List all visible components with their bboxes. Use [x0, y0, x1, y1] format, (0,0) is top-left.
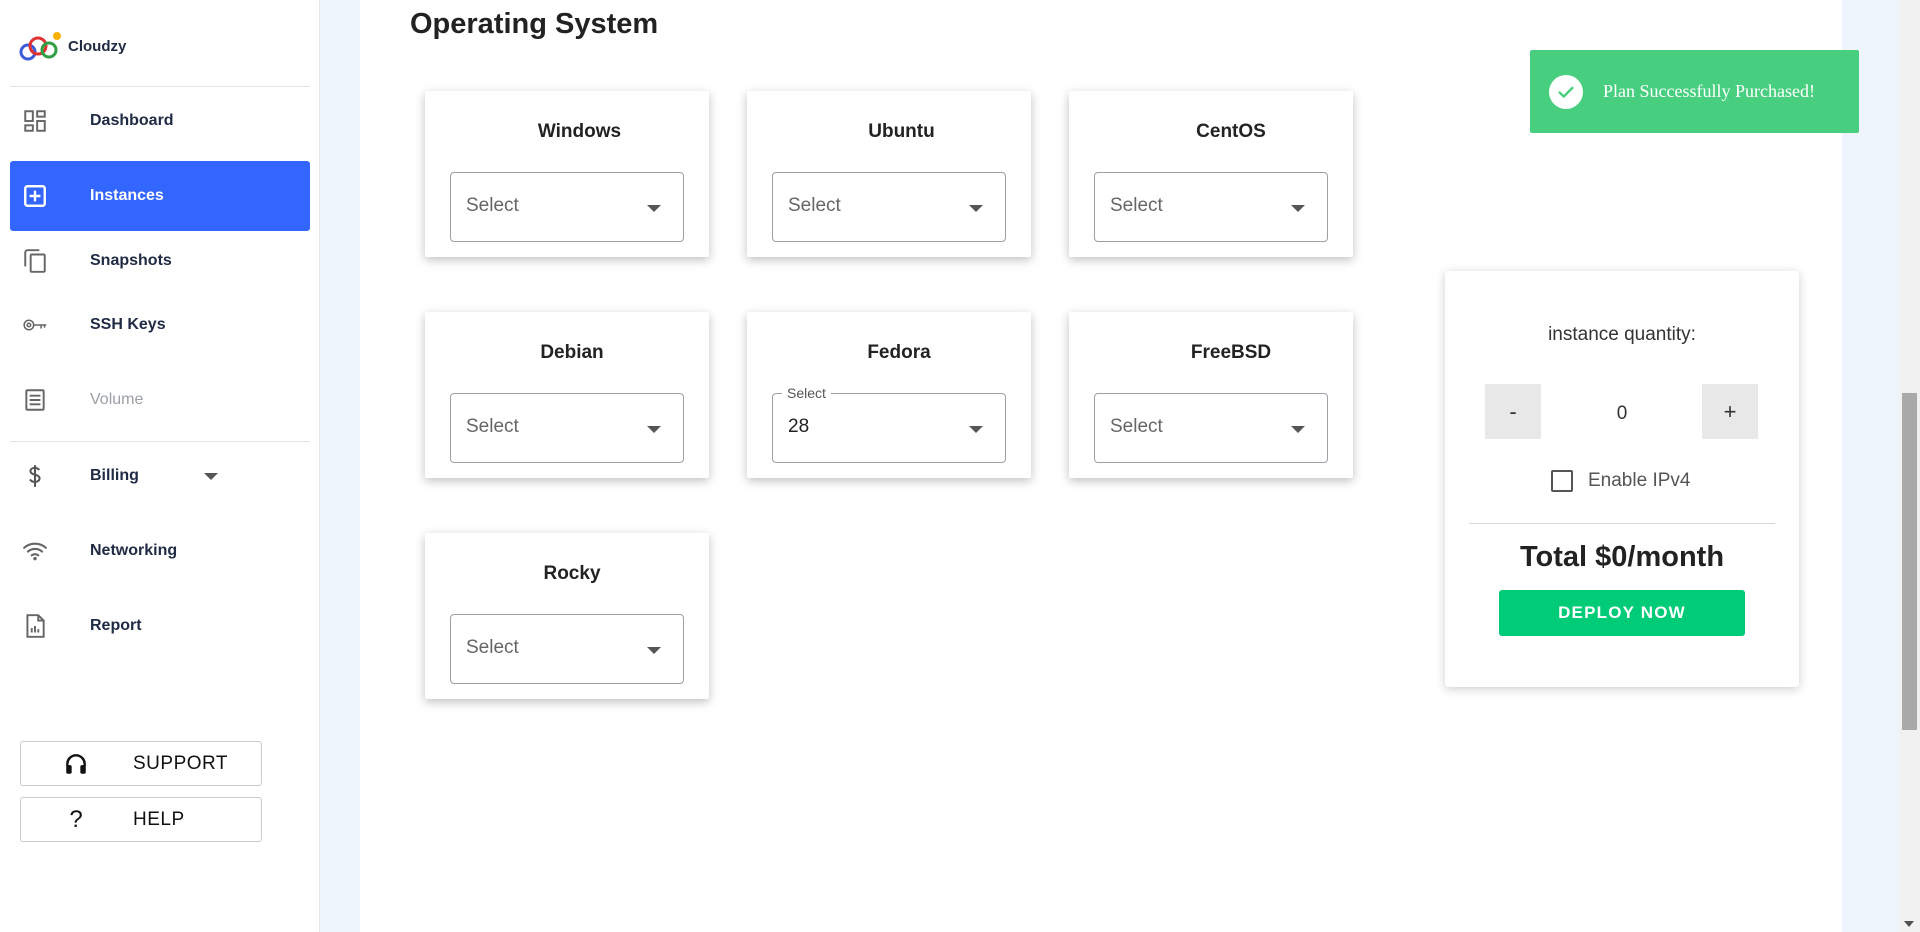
ipv4-option: Enable IPv4: [1551, 470, 1690, 492]
select-value: Select: [466, 195, 519, 216]
scrollbar-thumb[interactable]: [1902, 393, 1917, 730]
sidebar: Cloudzy Dashboard Instances Snapshots SS…: [0, 0, 320, 932]
sidebar-item-report[interactable]: Report: [10, 595, 310, 657]
sidebar-divider: [10, 86, 310, 87]
scroll-down-arrow-icon[interactable]: [1904, 921, 1914, 927]
os-card-debian: Debian Select: [425, 312, 709, 478]
support-label: SUPPORT: [133, 752, 229, 774]
os-card-freebsd: FreeBSD Select: [1069, 312, 1353, 478]
brand-logo[interactable]: Cloudzy: [19, 30, 126, 62]
quantity-value: 0: [1616, 403, 1628, 424]
select-value: Select: [1110, 195, 1163, 216]
os-card-title: FreeBSD: [1190, 342, 1272, 363]
os-version-select[interactable]: Select: [1094, 393, 1328, 463]
select-value: Select: [466, 416, 519, 437]
sidebar-item-volume[interactable]: Volume: [10, 369, 310, 431]
os-card-fedora: Fedora Select 28: [747, 312, 1031, 478]
select-value: Select: [788, 195, 841, 216]
sidebar-item-billing[interactable]: Billing: [10, 445, 310, 507]
sidebar-item-instances[interactable]: Instances: [10, 161, 310, 231]
sidebar-item-label: Billing: [90, 467, 139, 484]
copy-icon: [20, 246, 50, 276]
os-card-title: Ubuntu: [868, 121, 935, 142]
brand-name: Cloudzy: [68, 37, 127, 55]
os-version-select[interactable]: Select: [450, 172, 684, 242]
cloud-logo-icon: [19, 32, 61, 61]
wifi-icon: [20, 536, 50, 566]
dashboard-icon: [20, 106, 50, 136]
os-version-select[interactable]: Select: [450, 393, 684, 463]
add-box-icon: [20, 181, 50, 211]
question-icon: ?: [69, 805, 83, 833]
os-card-ubuntu: Ubuntu Select: [747, 91, 1031, 257]
os-card-title: Windows: [537, 121, 622, 142]
sidebar-divider: [10, 441, 310, 442]
increment-button[interactable]: +: [1702, 384, 1758, 439]
os-version-select[interactable]: Select: [1094, 172, 1328, 242]
os-card-title: Debian: [540, 342, 604, 363]
ipv4-checkbox[interactable]: [1551, 470, 1573, 492]
sidebar-item-ssh-keys[interactable]: SSH Keys: [10, 294, 310, 356]
dollar-icon: [20, 461, 50, 491]
toast-message: Plan Successfully Purchased!: [1603, 81, 1815, 101]
select-value: 28: [788, 416, 810, 437]
dropdown-arrow-icon: [969, 205, 983, 212]
chevron-down-icon[interactable]: [204, 473, 218, 480]
dropdown-arrow-icon: [1291, 426, 1305, 433]
sidebar-item-label: Dashboard: [90, 112, 174, 129]
dropdown-arrow-icon: [969, 426, 983, 433]
dropdown-arrow-icon: [647, 647, 661, 654]
dropdown-arrow-icon: [647, 426, 661, 433]
sidebar-item-label: Instances: [90, 187, 164, 204]
os-card-windows: Windows Select: [425, 91, 709, 257]
sidebar-item-label: SSH Keys: [90, 316, 166, 333]
page-scrollbar[interactable]: [1899, 0, 1920, 932]
total-price: Total $0/month: [1519, 541, 1725, 573]
sidebar-item-label: Snapshots: [90, 252, 172, 269]
order-summary-panel: instance quantity: - 0 + Enable IPv4 Tot…: [1445, 271, 1799, 687]
summary-divider: [1469, 523, 1775, 524]
os-card-title: CentOS: [1196, 121, 1266, 142]
os-version-select[interactable]: Select: [450, 614, 684, 684]
quantity-label: instance quantity:: [1548, 324, 1696, 345]
os-version-select[interactable]: Select: [772, 172, 1006, 242]
help-label: HELP: [133, 808, 185, 830]
dropdown-arrow-icon: [647, 205, 661, 212]
support-button[interactable]: SUPPORT: [20, 741, 262, 786]
volume-icon: [20, 385, 50, 415]
select-floating-label: Select: [782, 385, 831, 401]
deploy-now-button[interactable]: DEPLOY NOW: [1499, 590, 1745, 636]
os-card-title: Rocky: [543, 563, 601, 584]
report-icon: [20, 611, 50, 641]
key-icon: [20, 310, 50, 340]
os-version-select[interactable]: Select 28: [772, 385, 1006, 463]
os-card-title: Fedora: [867, 342, 931, 363]
check-circle-icon: [1549, 75, 1583, 109]
headset-icon: [63, 751, 89, 777]
sidebar-item-networking[interactable]: Networking: [10, 520, 310, 582]
sidebar-item-label: Report: [90, 617, 142, 634]
sidebar-item-label: Networking: [90, 542, 178, 559]
help-button[interactable]: ? HELP: [20, 797, 262, 842]
select-value: Select: [466, 637, 519, 658]
success-toast[interactable]: Plan Successfully Purchased!: [1530, 50, 1859, 133]
dropdown-arrow-icon: [1291, 205, 1305, 212]
select-value: Select: [1110, 416, 1163, 437]
decrement-button[interactable]: -: [1485, 384, 1541, 439]
sidebar-item-snapshots[interactable]: Snapshots: [10, 230, 310, 292]
ipv4-label: Enable IPv4: [1588, 470, 1691, 491]
os-card-centos: CentOS Select: [1069, 91, 1353, 257]
sidebar-item-dashboard[interactable]: Dashboard: [10, 90, 310, 152]
page-title: Operating System: [410, 8, 659, 40]
os-card-rocky: Rocky Select: [425, 533, 709, 699]
sidebar-item-label: Volume: [90, 391, 144, 408]
